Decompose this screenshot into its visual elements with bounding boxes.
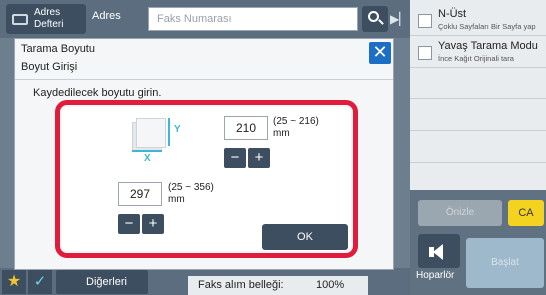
preview-button[interactable]: Önizle (418, 200, 502, 226)
address-book-label: Adres Defteri (34, 7, 63, 31)
option-title: Yavaş Tarama Modu (438, 40, 538, 52)
option-subtitle: İnce Kağıt Orijinali tara (438, 54, 514, 63)
check-icon[interactable]: ✓ (28, 270, 52, 294)
y-unit: mm (273, 128, 290, 139)
x-increase-button[interactable]: + (142, 214, 164, 234)
start-button[interactable]: Başlat (466, 238, 544, 288)
y-range: (25 ~ 216) mm (273, 116, 319, 140)
checkbox[interactable] (418, 14, 432, 28)
search-button[interactable] (362, 6, 388, 32)
speaker-label: Hoparlör (416, 270, 455, 281)
x-range-text: (25 ~ 356) (168, 182, 214, 193)
y-axis-label: Y (174, 124, 181, 135)
divider (410, 130, 546, 131)
ok-button[interactable]: OK (262, 224, 348, 250)
dialog-subtitle: Boyut Girişi (21, 61, 78, 73)
address-tab[interactable]: Adres (92, 10, 121, 22)
dialog-title: Tarama Boyutu (21, 43, 95, 55)
x-unit: mm (168, 194, 185, 205)
y-decrease-button[interactable]: − (224, 148, 246, 168)
star-icon[interactable]: ★ (2, 270, 26, 294)
option-n-up[interactable]: N-Üst Çoklu Sayfaları Bir Sayfa yap (410, 4, 546, 36)
close-button[interactable]: ✕ (369, 42, 391, 64)
address-book-icon (12, 13, 28, 25)
y-increase-button[interactable]: + (248, 148, 270, 168)
address-book-button[interactable]: Adres Defteri (6, 4, 86, 34)
address-book-label-line1: Adres (34, 7, 61, 18)
option-title: N-Üst (438, 8, 467, 20)
y-range-text: (25 ~ 216) (273, 116, 319, 127)
divider (410, 98, 546, 99)
x-dimension-arrow (132, 150, 162, 152)
x-axis-label: X (144, 153, 151, 164)
memory-value: 100% (316, 279, 345, 291)
fax-memory-status: Faks alım belleği: 100% (188, 276, 368, 295)
instruction-text: Kaydedilecek boyutu girin. (33, 87, 162, 99)
option-subtitle: Çoklu Sayfaları Bir Sayfa yap (438, 22, 536, 31)
fax-number-input[interactable]: Faks Numarası (148, 7, 358, 31)
option-slow-scan[interactable]: Yavaş Tarama Modu İnce Kağıt Orijinali t… (410, 36, 546, 68)
y-dimension-arrow (168, 118, 170, 146)
divider (15, 79, 393, 80)
address-book-label-line2: Defteri (34, 19, 64, 30)
speaker-button[interactable] (418, 234, 460, 268)
checkbox[interactable] (418, 46, 432, 60)
divider (410, 162, 546, 163)
y-size-input[interactable]: 210 (224, 116, 268, 140)
ca-button[interactable]: CA (508, 200, 544, 226)
others-button[interactable]: Diğerleri (56, 270, 148, 294)
expand-arrow-icon[interactable]: ▶▏ (390, 12, 408, 26)
x-size-input[interactable]: 297 (118, 182, 162, 206)
x-decrease-button[interactable]: − (118, 214, 140, 234)
x-range: (25 ~ 356) mm (168, 182, 214, 206)
memory-label: Faks alım belleği: (198, 279, 284, 291)
